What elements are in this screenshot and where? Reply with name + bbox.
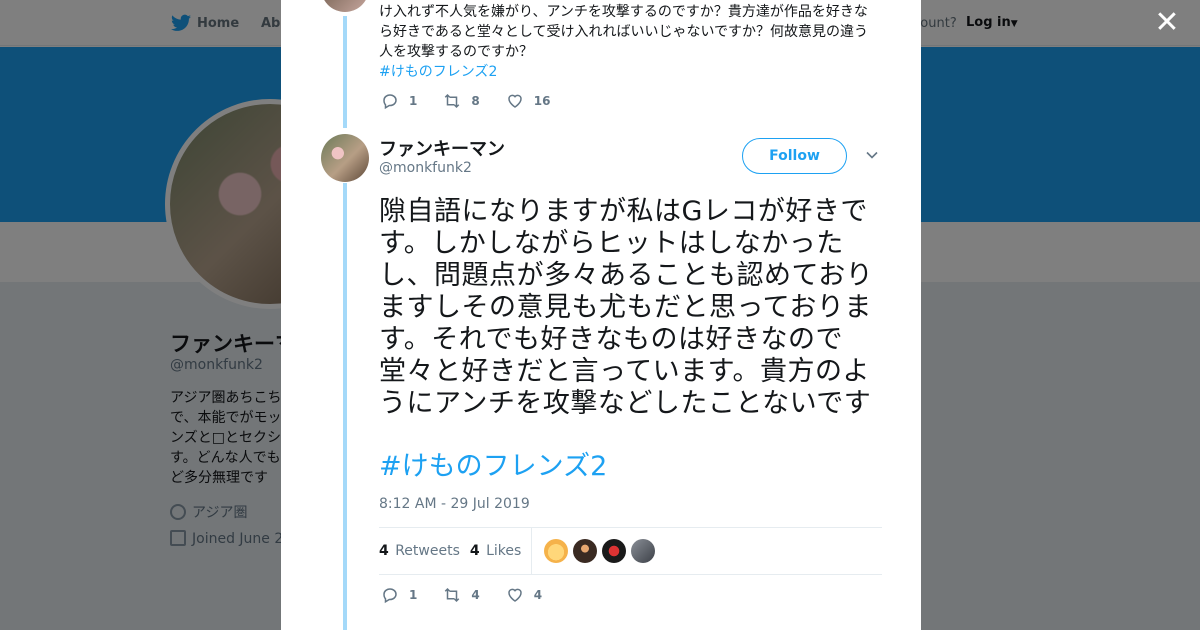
reply-count: 1 xyxy=(409,94,418,108)
liker-avatar[interactable] xyxy=(631,539,656,563)
liker-avatar[interactable] xyxy=(573,539,598,563)
previous-tweet-actions: 1 8 16 xyxy=(381,92,576,110)
tweet-text: 隙自語になりますが私はGレコが好きです。しかしながらヒットはしなかったし、問題点… xyxy=(379,196,874,419)
tweet-stats: 4 Retweets 4 Likes xyxy=(379,527,882,575)
retweets-stat[interactable]: 4 Retweets xyxy=(379,543,460,559)
thread-line xyxy=(343,16,347,128)
like-button[interactable]: 4 xyxy=(506,586,542,604)
retweet-button[interactable]: 8 xyxy=(443,92,480,110)
retweet-count: 8 xyxy=(471,94,480,108)
tweet-timestamp[interactable]: 8:12 AM - 29 Jul 2019 xyxy=(379,496,530,512)
reply-button[interactable]: 1 xyxy=(381,92,417,110)
retweet-icon xyxy=(445,587,460,603)
liker-avatar[interactable] xyxy=(544,539,569,563)
thread-line xyxy=(343,183,347,630)
tweet-hashtag[interactable]: #けものフレンズ2 xyxy=(379,451,607,483)
tweet-actions: 1 4 4 xyxy=(381,586,568,604)
retweet-button[interactable]: 4 xyxy=(443,586,480,604)
heart-icon xyxy=(507,588,522,602)
reply-icon xyxy=(383,94,397,110)
likes-stat-label: Likes xyxy=(486,543,522,559)
like-button[interactable]: 16 xyxy=(506,92,551,110)
author-handle[interactable]: @monkfunk2 xyxy=(379,160,472,176)
previous-tweet-body: け入れず不人気を嫌がり、アンチを攻撃するのですか？貴方達が作品を好きなら好きであ… xyxy=(379,4,869,60)
previous-tweet-avatar[interactable] xyxy=(321,0,369,12)
previous-tweet-text: け入れず不人気を嫌がり、アンチを攻撃するのですか？貴方達が作品を好きなら好きであ… xyxy=(379,2,879,82)
retweet-count: 4 xyxy=(471,588,480,602)
stats-divider xyxy=(531,528,533,574)
likes-stat-count: 4 xyxy=(469,543,480,559)
reply-count: 1 xyxy=(409,588,418,602)
previous-tweet-hashtag[interactable]: #けものフレンズ2 xyxy=(379,64,497,80)
retweets-stat-label: Retweets xyxy=(395,543,460,559)
retweet-icon xyxy=(445,93,460,109)
chevron-down-icon[interactable] xyxy=(865,148,879,162)
heart-icon xyxy=(507,94,522,108)
tweet-modal: け入れず不人気を嫌がり、アンチを攻撃するのですか？貴方達が作品を好きなら好きであ… xyxy=(281,0,921,630)
likes-stat[interactable]: 4 Likes xyxy=(470,543,521,559)
close-icon[interactable]: ✕ xyxy=(1152,8,1182,38)
follow-button[interactable]: Follow xyxy=(742,138,847,174)
author-name[interactable]: ファンキーマン xyxy=(379,135,505,161)
retweets-stat-count: 4 xyxy=(379,543,389,559)
liker-avatar[interactable] xyxy=(602,539,627,563)
author-avatar[interactable] xyxy=(321,134,369,182)
reply-icon xyxy=(383,588,397,604)
like-count: 4 xyxy=(533,588,543,602)
reply-button[interactable]: 1 xyxy=(381,586,417,604)
like-count: 16 xyxy=(533,94,551,108)
